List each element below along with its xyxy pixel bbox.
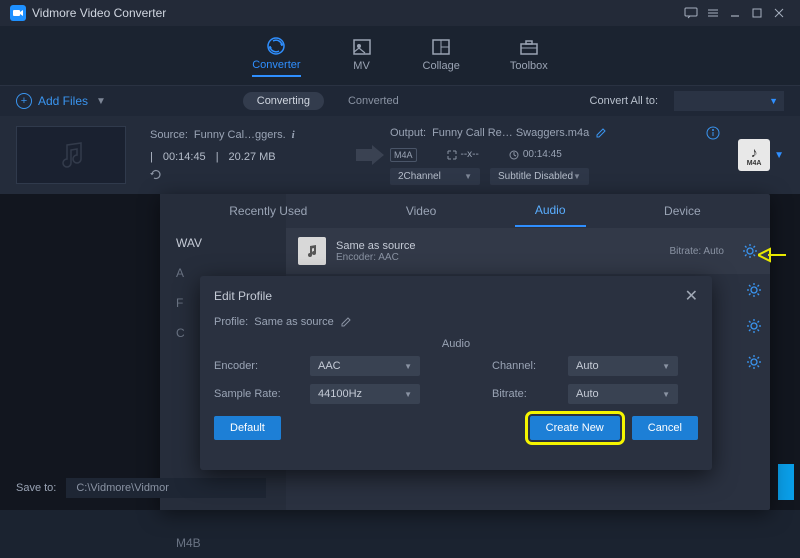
convert-all-label: Convert All to: [590, 95, 658, 107]
channel-label: Channel: [492, 360, 562, 372]
save-to-label: Save to: [16, 482, 56, 494]
save-path-field[interactable]: C:\Vidmore\Vidmor [66, 478, 266, 498]
preset-encoder: Encoder: AAC [336, 252, 660, 263]
chevron-down-icon[interactable]: ▼ [96, 96, 106, 107]
tab-converting[interactable]: Converting [243, 92, 324, 110]
nav-collage[interactable]: Collage [423, 36, 460, 76]
sample-rate-select[interactable]: 44100Hz▼ [310, 384, 420, 404]
nav-label: MV [353, 60, 370, 72]
preset-title: Same as source [336, 240, 660, 252]
gear-icon[interactable] [746, 282, 762, 298]
source-filename: Funny Cal…ggers. [194, 129, 286, 141]
channel-select[interactable]: Auto▼ [568, 356, 678, 376]
mv-icon [351, 36, 373, 58]
encoder-select[interactable]: AAC▼ [310, 356, 420, 376]
format-preset-row[interactable]: Same as source Encoder: AAC Bitrate: Aut… [286, 228, 770, 274]
convert-all-dropdown[interactable]: ▼ [674, 91, 784, 111]
resolution-value: --x-- [447, 149, 479, 160]
profile-value: Same as source [254, 316, 333, 328]
divider: | [216, 151, 219, 163]
bitrate-select[interactable]: Auto▼ [568, 384, 678, 404]
app-title: Vidmore Video Converter [32, 6, 166, 20]
converter-icon [265, 35, 287, 57]
secondary-bar: + Add Files ▼ Converting Converted Conve… [0, 86, 800, 116]
edit-icon[interactable] [340, 316, 352, 328]
file-card: Source: Funny Cal…ggers. i | 00:14:45 | … [0, 116, 800, 194]
close-icon[interactable]: ✕ [685, 286, 698, 306]
toolbox-icon [518, 36, 540, 58]
gear-icon[interactable] [746, 318, 762, 334]
nav-label: Collage [423, 60, 460, 72]
duration-value: 00:14:45 [509, 149, 562, 160]
annotation-arrow [758, 247, 788, 263]
minimize-icon[interactable] [724, 2, 746, 24]
profile-label: Profile: [214, 316, 248, 328]
output-filename: Funny Call Re… Swaggers.m4a [432, 127, 589, 139]
save-to-bar: Save to: C:\Vidmore\Vidmor [16, 478, 266, 498]
file-thumbnail[interactable] [16, 126, 126, 184]
info-icon[interactable]: i [292, 129, 295, 141]
bitrate-label: Bitrate: [492, 388, 562, 400]
menu-icon[interactable] [702, 2, 724, 24]
refresh-icon[interactable] [150, 169, 162, 181]
dialog-section-label: Audio [200, 336, 712, 356]
gear-icon[interactable] [742, 243, 758, 259]
nav-mv[interactable]: MV [351, 36, 373, 76]
sample-rate-label: Sample Rate: [214, 388, 304, 400]
gear-column [746, 282, 762, 370]
nav-label: Toolbox [510, 60, 548, 72]
output-label: Output: [390, 127, 426, 139]
collage-icon [430, 36, 452, 58]
info-icon[interactable] [706, 126, 720, 140]
format-code: M4A [747, 160, 762, 167]
preset-bitrate: Bitrate: Auto [670, 246, 724, 257]
source-label: Source: [150, 129, 188, 141]
create-new-button[interactable]: Create New [530, 416, 620, 440]
cancel-button[interactable]: Cancel [632, 416, 698, 440]
nav-toolbox[interactable]: Toolbox [510, 36, 548, 76]
add-files-label: Add Files [38, 94, 88, 108]
feedback-icon[interactable] [680, 2, 702, 24]
format-category[interactable]: WAV [160, 228, 286, 258]
progress-block [778, 464, 794, 500]
chevron-down-icon[interactable]: ▼ [774, 150, 784, 161]
channel-select[interactable]: 2Channel▼ [390, 168, 480, 185]
divider: | [150, 151, 153, 163]
edit-profile-dialog: Edit Profile ✕ Profile: Same as source A… [200, 276, 712, 470]
source-duration: 00:14:45 [163, 151, 206, 163]
format-category[interactable]: M4B [160, 528, 286, 558]
nav-label: Converter [252, 59, 300, 71]
arrow-icon [350, 145, 390, 165]
default-button[interactable]: Default [214, 416, 281, 440]
main-nav: Converter MV Collage Toolbox [0, 26, 800, 86]
music-note-icon [53, 137, 89, 173]
close-icon[interactable] [768, 2, 790, 24]
tab-converted[interactable]: Converted [334, 92, 413, 110]
encoder-label: Encoder: [214, 360, 304, 372]
source-size: 20.27 MB [229, 151, 276, 163]
plus-icon: + [16, 93, 32, 109]
gear-icon[interactable] [746, 354, 762, 370]
subtitle-select[interactable]: Subtitle Disabled▼ [490, 168, 589, 185]
edit-icon[interactable] [595, 127, 607, 139]
preset-icon [298, 237, 326, 265]
output-column: Output: Funny Call Re… Swaggers.m4a M4A … [390, 126, 720, 185]
source-column: Source: Funny Cal…ggers. i | 00:14:45 | … [150, 129, 350, 181]
chevron-down-icon: ▼ [769, 96, 778, 106]
music-note-icon: ♪ [751, 144, 758, 160]
add-files-button[interactable]: + Add Files ▼ [16, 93, 106, 109]
format-badge: M4A [390, 148, 417, 162]
dialog-title: Edit Profile [214, 289, 272, 303]
app-logo-icon [10, 5, 26, 21]
title-bar: Vidmore Video Converter [0, 0, 800, 26]
nav-converter[interactable]: Converter [252, 35, 300, 77]
maximize-icon[interactable] [746, 2, 768, 24]
output-format-badge[interactable]: ♪ M4A [738, 139, 770, 171]
